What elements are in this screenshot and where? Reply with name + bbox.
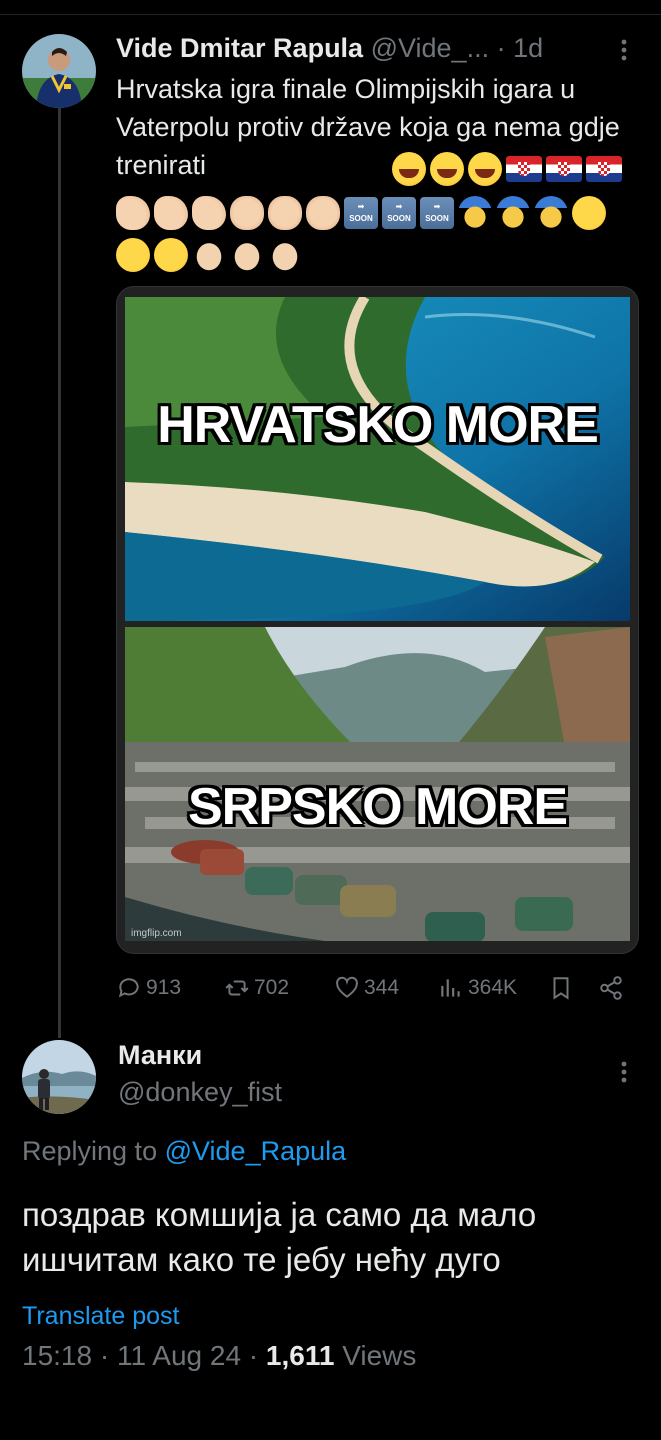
reply-more-options-icon[interactable]	[610, 1058, 638, 1086]
saluting-face-icon	[116, 238, 150, 272]
reply-date[interactable]: 11 Aug 24	[117, 1340, 241, 1371]
emoji-group-2: ➡ SOON ➡ SOON ➡ SOON	[116, 194, 606, 232]
avatar-landscape-image	[22, 1040, 96, 1114]
tweet-header: Vide Dmitar Rapula @Vide_... · 1d	[116, 30, 636, 66]
views-button[interactable]: 364K	[438, 970, 517, 1006]
replying-to-label: Replying to	[22, 1136, 158, 1166]
meme-watermark: imgflip.com	[131, 928, 182, 939]
reply-views-label: Views	[342, 1340, 417, 1371]
meme-top-caption: HRVATSKO MORE	[157, 396, 599, 454]
croatia-flag-icon	[546, 156, 582, 182]
soon-arrow-icon: ➡ SOON	[420, 197, 454, 229]
soon-arrow-icon: ➡ SOON	[344, 197, 378, 229]
share-button[interactable]	[598, 970, 624, 1006]
reply-bubble-icon	[118, 978, 139, 998]
avatar-player-image	[22, 34, 96, 108]
tweet-time[interactable]: 1d	[513, 33, 543, 63]
header-separator: ·	[496, 33, 506, 63]
rolling-laughing-icon	[468, 152, 502, 186]
thread-connector	[58, 108, 61, 1038]
flexed-biceps-icon	[192, 196, 226, 230]
folded-hands-icon	[192, 238, 226, 272]
author-name[interactable]: Vide Dmitar Rapula	[116, 33, 363, 63]
soon-arrow-icon: ➡ SOON	[382, 197, 416, 229]
reply-views-count[interactable]: 1,611	[266, 1340, 335, 1371]
flexed-biceps-icon	[116, 196, 150, 230]
gold-medal-icon	[496, 196, 530, 230]
reply-text: поздрав комшија ја само да мало ишчитам …	[22, 1196, 537, 1278]
meme-top-panel: HRVATSKO MORE	[125, 297, 630, 621]
author-handle[interactable]: @Vide_...	[371, 33, 489, 63]
croatia-flag-icon	[506, 156, 542, 182]
replying-to-mention[interactable]: @Vide_Rapula	[165, 1136, 347, 1166]
bookmark-button[interactable]	[548, 970, 574, 1006]
replying-to-line: Replying to @Vide_Rapula	[22, 1136, 346, 1167]
repost-count: 702	[254, 976, 290, 999]
top-divider	[0, 14, 661, 15]
tweet-media-image[interactable]: HRVATSKO MORE SRPSKO MORE imgflip.com	[116, 286, 639, 954]
tweet-action-bar: 913 702 344 364K	[116, 970, 636, 1006]
like-count: 344	[364, 976, 400, 999]
like-button[interactable]: 344	[334, 970, 399, 1006]
folded-hands-icon	[268, 238, 302, 272]
repost-icon	[225, 980, 249, 996]
fist-bump-icon	[230, 196, 264, 230]
flexed-biceps-icon	[154, 196, 188, 230]
translate-post-link[interactable]: Translate post	[22, 1302, 179, 1331]
heart-icon	[336, 976, 358, 998]
emoji-group-3	[116, 236, 302, 274]
gold-medal-icon	[458, 196, 492, 230]
meta-separator: ·	[248, 1340, 259, 1371]
tweet-thread-screen: Vide Dmitar Rapula @Vide_... · 1d Hrvats…	[0, 0, 661, 1440]
author-avatar[interactable]	[22, 34, 96, 108]
emoji-group-1	[392, 150, 622, 188]
folded-hands-icon	[230, 238, 264, 272]
rolling-laughing-icon	[392, 152, 426, 186]
gold-medal-icon	[534, 196, 568, 230]
reply-author-name[interactable]: Манки	[118, 1040, 202, 1071]
repost-button[interactable]: 702	[224, 970, 289, 1006]
bookmark-icon	[553, 977, 569, 1000]
reply-author-handle[interactable]: @donkey_fist	[118, 1077, 282, 1108]
meta-separator: ·	[99, 1340, 110, 1371]
croatia-flag-icon	[586, 156, 622, 182]
fist-bump-icon	[268, 196, 302, 230]
meme-bottom-panel: SRPSKO MORE imgflip.com	[125, 627, 630, 941]
reply-time[interactable]: 15:18	[22, 1340, 92, 1371]
views-count: 364K	[468, 976, 518, 999]
analytics-bars-icon	[441, 979, 460, 997]
meme-bottom-caption: SRPSKO MORE	[187, 778, 568, 836]
reply-meta: 15:18 · 11 Aug 24 · 1,611 Views	[22, 1340, 416, 1372]
reply-button[interactable]: 913	[116, 970, 181, 1006]
beach-photo	[125, 297, 630, 621]
rolling-laughing-icon	[430, 152, 464, 186]
share-icon	[600, 976, 622, 1000]
saluting-face-icon	[154, 238, 188, 272]
fist-bump-icon	[306, 196, 340, 230]
saluting-face-icon	[572, 196, 606, 230]
reply-count: 913	[146, 976, 182, 999]
more-options-icon[interactable]	[610, 36, 638, 64]
reply-author-avatar[interactable]	[22, 1040, 96, 1114]
